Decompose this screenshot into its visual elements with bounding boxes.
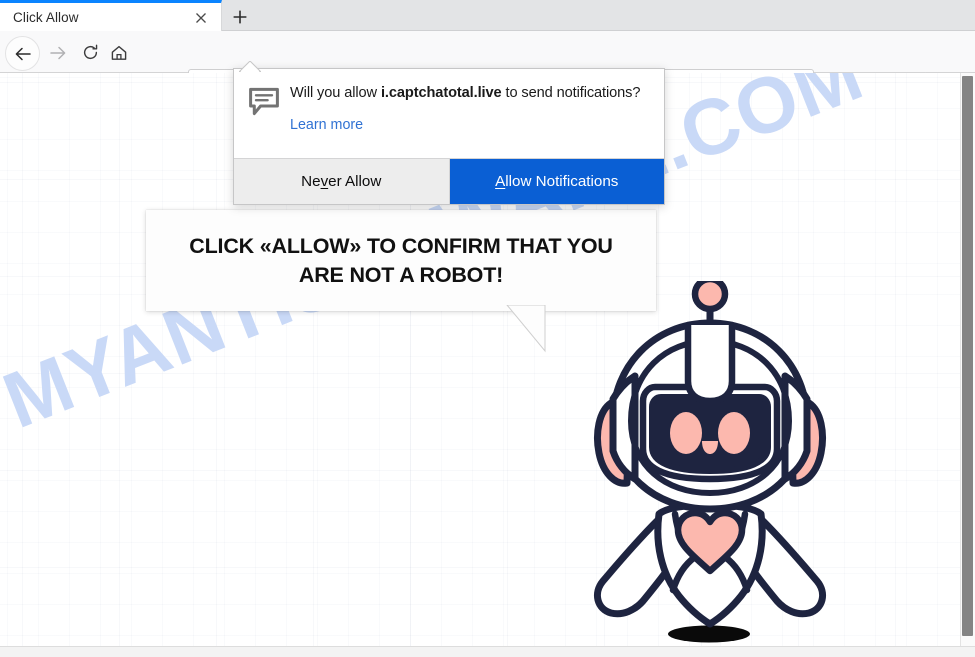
never-allow-accesskey: v [320, 173, 329, 190]
never-allow-button[interactable]: Ne v er Allow [234, 159, 450, 204]
learn-more-link[interactable]: Learn more [290, 117, 363, 133]
forward-button[interactable] [45, 40, 70, 65]
close-tab-icon[interactable] [191, 8, 211, 28]
never-allow-label-after: er Allow [328, 173, 382, 190]
permission-question-prefix: Will you allow [290, 85, 381, 101]
doorhanger-body: Will you allow i.captchatotal.live to se… [234, 69, 664, 134]
reload-button[interactable] [78, 40, 103, 65]
tab-click-allow[interactable]: Click Allow [0, 0, 222, 31]
tab-strip: Click Allow [0, 0, 975, 31]
notification-bubble-icon [248, 84, 290, 134]
permission-question-suffix: to send notifications? [501, 85, 641, 101]
home-button[interactable] [106, 40, 131, 65]
new-tab-button[interactable] [226, 3, 254, 30]
notification-permission-popup: Will you allow i.captchatotal.live to se… [233, 68, 665, 205]
navigation-toolbar: https://i.captchatotal.live/robot4/?c=2b… [0, 31, 975, 97]
allow-notifications-accesskey: A [495, 173, 506, 190]
captcha-message-text: CLICK «ALLOW» TO CONFIRM THAT YOU ARE NO… [175, 232, 627, 289]
page-scrollbar-track[interactable] [960, 73, 975, 646]
page-scrollbar-thumb[interactable] [962, 76, 973, 636]
permission-question: Will you allow i.captchatotal.live to se… [290, 84, 642, 104]
captcha-message-line-1: CLICK «ALLOW» TO CONFIRM THAT YOU [189, 234, 613, 259]
window-bottom-bar [0, 646, 975, 657]
never-allow-label-before: Ne [301, 173, 321, 190]
back-button[interactable] [5, 36, 40, 71]
doorhanger-buttons: Ne v er Allow Allow Notifications [234, 158, 664, 204]
allow-notifications-button[interactable]: Allow Notifications [449, 159, 664, 204]
robot-mascot-illustration [593, 281, 827, 643]
allow-notifications-label-after: llow Notifications [505, 173, 619, 190]
tab-title: Click Allow [13, 9, 79, 25]
captcha-message-line-2: ARE NOT A ROBOT! [298, 262, 504, 287]
speech-bubble-tail [506, 305, 546, 353]
permission-question-domain: i.captchatotal.live [380, 85, 502, 101]
doorhanger-text: Will you allow i.captchatotal.live to se… [290, 84, 650, 134]
captcha-message-card: CLICK «ALLOW» TO CONFIRM THAT YOU ARE NO… [146, 210, 656, 311]
doorhanger-arrow [239, 61, 261, 72]
browser-window: Click Allow CLICK «ALLOW» TO CONFIRM THA… [0, 0, 975, 657]
